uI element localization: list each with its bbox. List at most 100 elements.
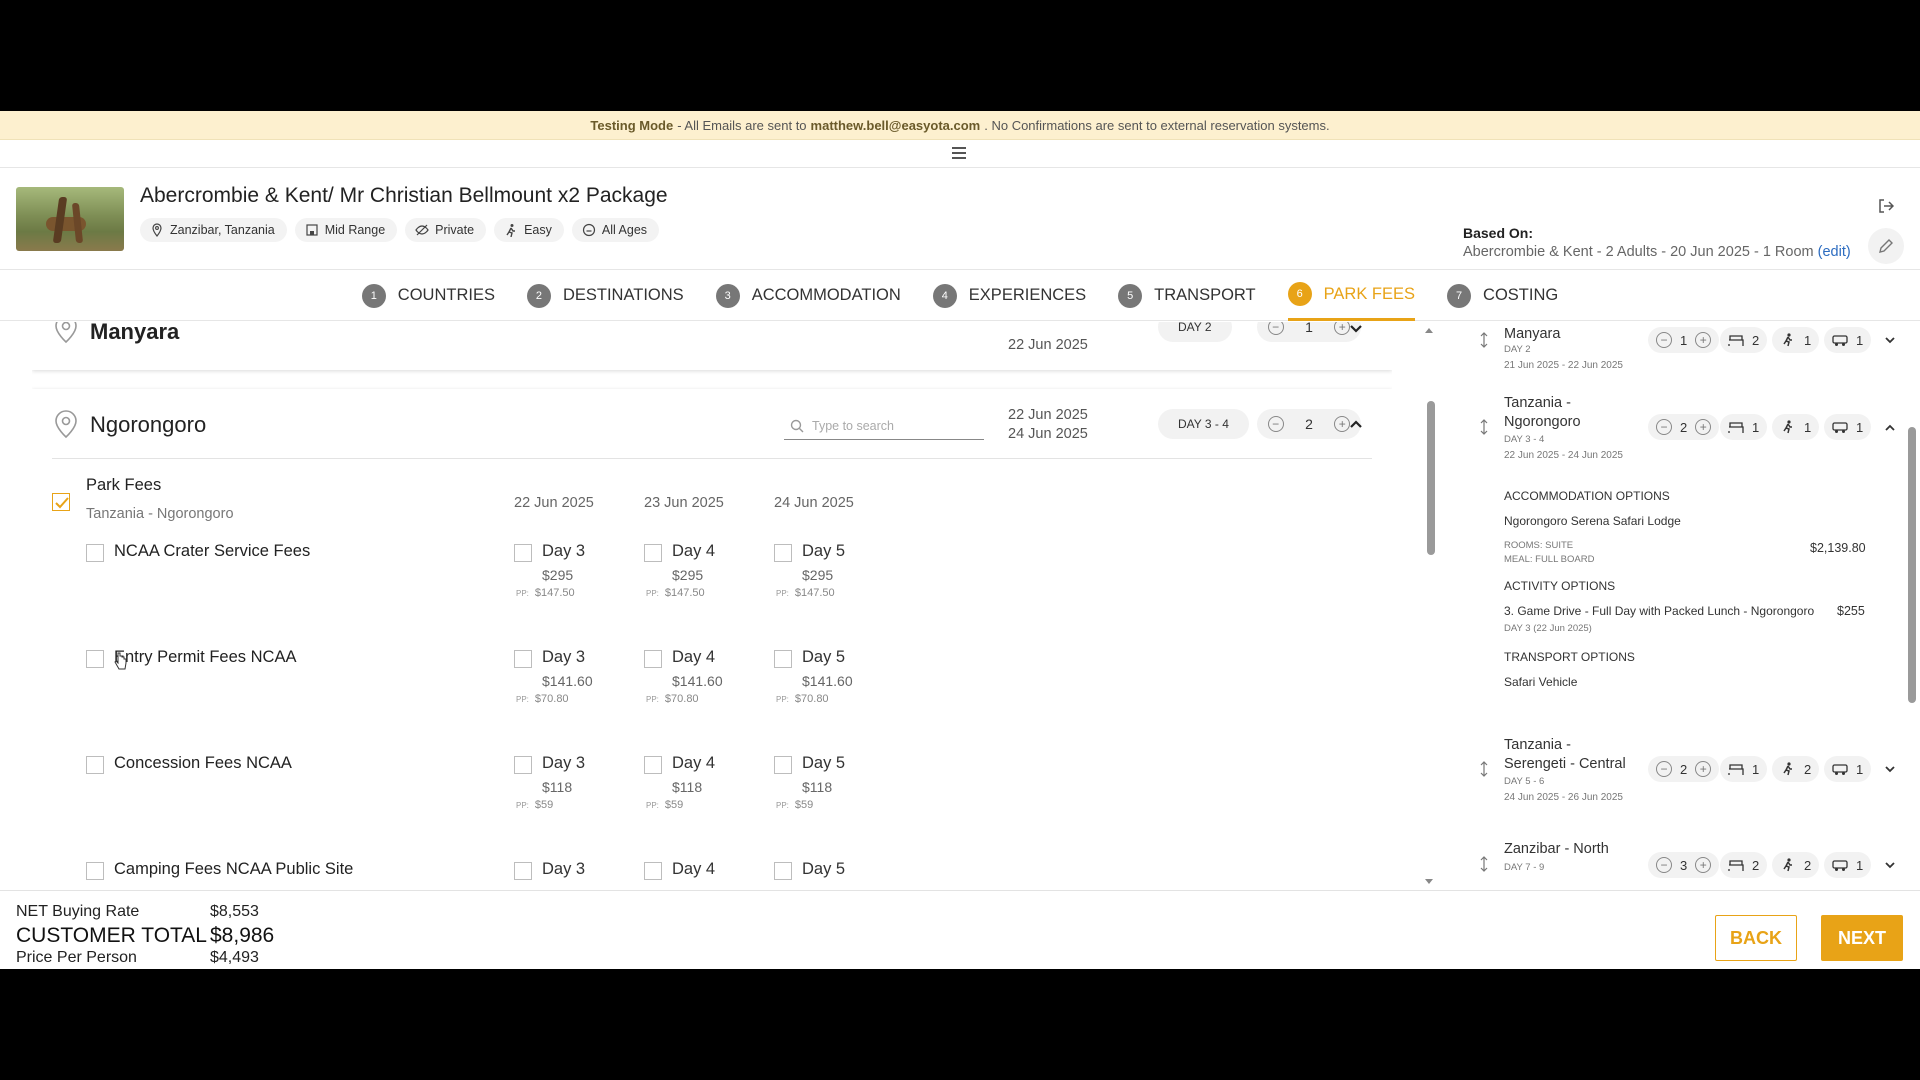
- sidebar-item-zanzibar[interactable]: Zanzibar - North DAY 7 - 9 −3 + 2 2 1: [1440, 840, 1900, 890]
- count: 3: [1680, 857, 1688, 873]
- activity-count: 1: [1772, 327, 1820, 353]
- day-checkbox[interactable]: [514, 862, 532, 880]
- step-costing[interactable]: 7 COSTING: [1447, 271, 1558, 321]
- transport-options-header: TRANSPORT OPTIONS: [1504, 650, 1635, 664]
- minus-icon[interactable]: −: [1267, 322, 1284, 335]
- transport-count: 1: [1824, 327, 1872, 353]
- chevron-down-icon[interactable]: [1884, 334, 1896, 346]
- pp-value: $70.80: [534, 693, 569, 705]
- day-checkbox[interactable]: [644, 650, 662, 668]
- back-button[interactable]: BACK: [1715, 915, 1797, 961]
- minus-icon[interactable]: −: [1656, 857, 1672, 873]
- count: 2: [1680, 761, 1688, 777]
- per-person-price: PP: $59: [516, 799, 553, 811]
- minus-icon[interactable]: −: [1656, 419, 1672, 435]
- minus-icon[interactable]: −: [1656, 332, 1672, 348]
- step-label: COSTING: [1483, 286, 1559, 304]
- day-label: Day 4: [672, 648, 716, 666]
- drag-handle-icon[interactable]: [1480, 332, 1488, 348]
- day-checkbox[interactable]: [644, 544, 662, 562]
- day-checkbox[interactable]: [644, 756, 662, 774]
- step-accommodation[interactable]: 3 ACCOMMODATION: [715, 271, 901, 321]
- edit-package-button[interactable]: [1868, 228, 1904, 264]
- price-per-person-label: Price Per Person: [16, 949, 137, 966]
- step-park-fees[interactable]: 6 PARK FEES: [1287, 271, 1416, 321]
- location-pin-icon: [152, 223, 162, 237]
- step-countries[interactable]: 1 COUNTRIES: [361, 271, 495, 321]
- fee-checkbox[interactable]: [86, 650, 104, 668]
- sidebar-item-ngorongoro[interactable]: Tanzania - Ngorongoro DAY 3 - 4 22 Jun 2…: [1440, 394, 1900, 724]
- fee-checkbox[interactable]: [86, 862, 104, 880]
- chip-location: Zanzibar, Tanzania: [140, 218, 287, 242]
- park-fees-checkbox[interactable]: [52, 493, 70, 511]
- testing-mode-label: Testing Mode: [590, 117, 674, 133]
- step-transport[interactable]: 5 TRANSPORT: [1118, 271, 1256, 321]
- day-checkbox[interactable]: [774, 650, 792, 668]
- step-number: 7: [1447, 283, 1472, 308]
- day-checkbox[interactable]: [644, 862, 662, 880]
- day-checkbox[interactable]: [514, 650, 532, 668]
- sidebar-item-serengeti[interactable]: Tanzania - Serengeti - Central DAY 5 - 6…: [1440, 736, 1900, 816]
- accommodation-count: 1: [1720, 414, 1768, 440]
- plus-icon[interactable]: +: [1695, 857, 1712, 873]
- price-per-person-row: Price Per Person $4,493: [16, 949, 259, 967]
- day-checkbox[interactable]: [514, 544, 532, 562]
- step-experiences[interactable]: 4 EXPERIENCES: [932, 271, 1086, 321]
- day-checkbox[interactable]: [774, 756, 792, 774]
- pp-value: $147.50: [664, 587, 705, 599]
- day-checkbox[interactable]: [774, 544, 792, 562]
- price-per-person-value: $4,493: [210, 949, 259, 966]
- drag-handle-icon[interactable]: [1480, 419, 1488, 435]
- day-pill: DAY 2: [1158, 322, 1232, 342]
- minus-icon[interactable]: −: [1656, 761, 1672, 777]
- chip-ages: All Ages: [571, 218, 660, 242]
- count: 2: [1752, 332, 1760, 348]
- drag-handle-icon[interactable]: [1480, 761, 1488, 777]
- accommodation-count: 1: [1720, 756, 1768, 782]
- chevron-up-icon[interactable]: [1349, 417, 1363, 431]
- fee-checkbox[interactable]: [86, 756, 104, 774]
- plus-icon[interactable]: +: [1695, 419, 1712, 435]
- chip-difficulty-label: Easy: [524, 223, 552, 237]
- destination-name: Manyara: [90, 322, 180, 344]
- step-number: 1: [361, 283, 386, 308]
- step-label: TRANSPORT: [1154, 286, 1256, 304]
- logout-icon[interactable]: [1878, 198, 1894, 214]
- sidebar-item-manyara[interactable]: Manyara DAY 2 21 Jun 2025 - 22 Jun 2025 …: [1440, 322, 1900, 382]
- fee-checkbox[interactable]: [86, 544, 104, 562]
- plus-icon[interactable]: +: [1695, 332, 1712, 348]
- plus-icon[interactable]: +: [1334, 416, 1351, 432]
- pp-value: $147.50: [534, 587, 575, 599]
- chevron-down-icon[interactable]: [1884, 763, 1896, 775]
- fee-name: Entry Permit Fees NCAA: [114, 648, 297, 666]
- count: 2: [1752, 857, 1760, 873]
- hotel-icon: [306, 224, 318, 236]
- edit-link[interactable]: (edit): [1818, 244, 1851, 260]
- sidebar-item-day: DAY 5 - 6: [1504, 776, 1545, 787]
- step-number: 4: [932, 283, 957, 308]
- search-field[interactable]: Type to search: [784, 412, 984, 440]
- count: 1: [1752, 761, 1760, 777]
- count: 1: [1856, 761, 1864, 777]
- next-button[interactable]: NEXT: [1821, 915, 1903, 961]
- menu-grip-icon[interactable]: [952, 147, 966, 162]
- search-icon: [790, 419, 804, 432]
- plus-icon[interactable]: +: [1334, 322, 1351, 335]
- sidebar-item-day: DAY 7 - 9: [1504, 862, 1545, 873]
- chevron-up-icon[interactable]: [1884, 422, 1896, 434]
- per-person-price: PP: $59: [646, 799, 683, 811]
- count: 1: [1680, 332, 1688, 348]
- step-number: 5: [1118, 283, 1143, 308]
- pp-label: PP:: [516, 695, 529, 704]
- chevron-down-icon[interactable]: [1884, 859, 1896, 871]
- day-price: $295: [802, 567, 834, 583]
- step-destinations[interactable]: 2 DESTINATIONS: [526, 271, 684, 321]
- transport-count: 1: [1824, 414, 1872, 440]
- chevron-down-icon[interactable]: [1349, 322, 1363, 336]
- plus-icon[interactable]: +: [1695, 761, 1712, 777]
- day-checkbox[interactable]: [514, 756, 532, 774]
- sidebar-item-name: Manyara: [1504, 326, 1561, 342]
- drag-handle-icon[interactable]: [1480, 856, 1488, 872]
- day-checkbox[interactable]: [774, 862, 792, 880]
- minus-icon[interactable]: −: [1267, 416, 1284, 432]
